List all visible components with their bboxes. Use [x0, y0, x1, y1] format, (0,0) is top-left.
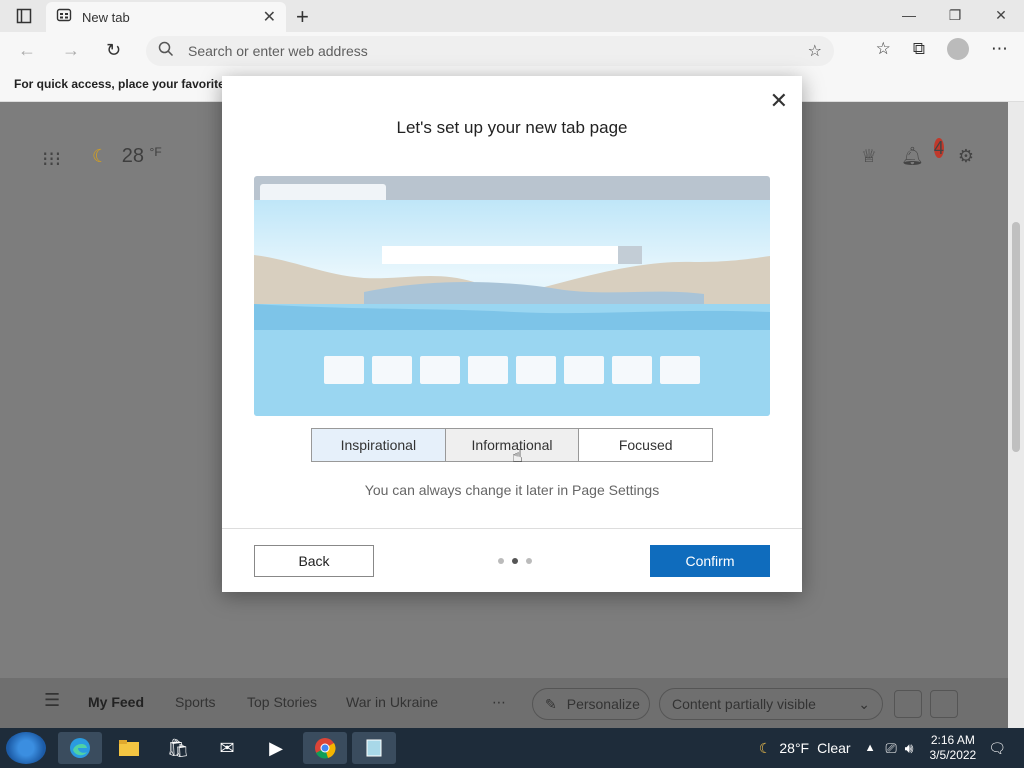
action-center-icon[interactable]: 🗨︎	[988, 740, 1006, 757]
search-icon	[158, 41, 174, 62]
address-bar[interactable]: Search or enter web address ☆	[146, 36, 834, 66]
preview-quick-link-tile	[468, 356, 508, 384]
weather-temperature: 28	[121, 145, 144, 167]
minimize-button[interactable]: —	[886, 0, 932, 30]
clock-date: 3/5/2022	[929, 748, 977, 762]
feed-bar: ☰ My Feed Sports Top Stories War in Ukra…	[0, 678, 1008, 728]
preview-tab	[260, 184, 386, 200]
navigation-bar: ← → ↻ Search or enter web address ☆ ☆ ⧉ …	[0, 32, 1024, 70]
preview-quick-link-tile	[612, 356, 652, 384]
network-icon[interactable]: ⎚	[885, 740, 896, 757]
apps-grid-icon[interactable]: ⁝⁝⁝	[42, 147, 61, 172]
preview-search-box	[382, 246, 642, 264]
preview-quick-link-tile	[372, 356, 412, 384]
step-dot-current	[512, 558, 518, 564]
scrollbar-thumb[interactable]	[1012, 222, 1020, 452]
content-visibility-dropdown[interactable]: Content partially visible ⌄	[659, 688, 883, 720]
favorites-icon[interactable]: ☆	[876, 39, 891, 59]
tray-weather-temp[interactable]: 28°F	[779, 740, 809, 756]
tab-actions-icon[interactable]	[10, 6, 38, 26]
hand-cursor-icon: ☝	[512, 446, 523, 466]
new-tab-icon	[56, 7, 72, 28]
settings-hint: You can always change it later in Page S…	[364, 482, 660, 498]
step-indicator	[498, 558, 532, 564]
forward-arrow-icon[interactable]: →	[62, 40, 80, 61]
preview-landscape	[254, 200, 770, 416]
volume-icon[interactable]: 🔊︎	[905, 740, 914, 757]
feed-tab-war-in-ukraine[interactable]: War in Ukraine	[346, 694, 438, 710]
moon-icon: ☾	[92, 146, 109, 166]
dialog-title: Let's set up your new tab page	[396, 118, 628, 137]
feed-tab-top-stories[interactable]: Top Stories	[247, 694, 317, 710]
system-tray: ☾ 28°F Clear ▲ ⎚ 🔊︎ 2:16 AM 3/5/2022 🗨︎	[759, 728, 1024, 768]
confirm-button[interactable]: Confirm	[650, 545, 770, 577]
close-icon[interactable]: ✕	[770, 88, 788, 114]
store-icon[interactable]: 🛍︎	[156, 732, 200, 764]
mail-icon[interactable]: ✉	[205, 732, 249, 764]
footer-divider	[222, 528, 802, 529]
edge-browser-icon[interactable]	[58, 732, 102, 764]
close-tab-icon[interactable]: ✕	[263, 7, 276, 27]
setup-dialog: ✕ Let's set up your new tab page Inspira…	[222, 76, 802, 592]
notifications-icon[interactable]: 🔔︎ 4	[901, 138, 944, 167]
show-hidden-icons-icon[interactable]: ▲	[865, 742, 876, 754]
personalize-label: Personalize	[566, 696, 640, 712]
add-favorite-icon[interactable]: ☆	[808, 41, 822, 61]
preview-quick-link-tile	[324, 356, 364, 384]
option-inspirational[interactable]: Inspirational	[312, 429, 446, 461]
feed-tab-sports[interactable]: Sports	[175, 694, 215, 710]
tray-weather-condition[interactable]: Clear	[817, 740, 850, 756]
content-visibility-label: Content partially visible	[672, 696, 816, 712]
feed-tab-my-feed[interactable]: My Feed	[88, 694, 144, 710]
favorites-hint-text: For quick access, place your favorites h	[14, 77, 243, 91]
chevron-down-icon: ⌄	[858, 695, 870, 712]
new-tab-button[interactable]: +	[296, 4, 309, 30]
more-options-icon[interactable]: ⋯	[991, 39, 1008, 59]
grid-view-button[interactable]	[894, 690, 922, 718]
step-dot	[526, 558, 532, 564]
tab-title: New tab	[82, 9, 130, 25]
media-player-icon[interactable]: ▶	[254, 732, 298, 764]
preview-quick-link-tile	[516, 356, 556, 384]
notepad-icon[interactable]	[352, 732, 396, 764]
tab-new-tab[interactable]: New tab ✕	[46, 2, 286, 32]
list-view-button[interactable]	[930, 690, 958, 718]
collections-icon[interactable]: ⧉	[913, 39, 925, 59]
clock-time: 2:16 AM	[930, 733, 975, 747]
preview-search-button	[618, 246, 642, 264]
start-button[interactable]	[6, 732, 46, 764]
more-feeds-icon[interactable]: ⋯	[492, 694, 506, 711]
profile-avatar[interactable]	[947, 38, 969, 60]
back-button[interactable]: Back	[254, 545, 374, 577]
settings-gear-icon[interactable]: ⚙	[958, 146, 974, 167]
refresh-icon[interactable]: ↻	[106, 40, 121, 61]
page-scrollbar[interactable]	[1008, 102, 1024, 728]
hamburger-menu-icon[interactable]: ☰	[44, 690, 60, 711]
title-bar: New tab ✕ + — ❐ ✕	[0, 0, 1024, 32]
back-arrow-icon[interactable]: ←	[18, 40, 36, 61]
chrome-icon[interactable]	[303, 732, 347, 764]
weather-unit: °F	[149, 145, 162, 159]
layout-preview-image	[254, 176, 770, 416]
personalize-button[interactable]: ✎ Personalize	[532, 688, 650, 720]
option-focused[interactable]: Focused	[579, 429, 712, 461]
notification-badge: 4	[933, 138, 944, 158]
window-close-button[interactable]: ✕	[978, 0, 1024, 30]
preview-quick-link-tile	[660, 356, 700, 384]
pencil-icon: ✎	[545, 695, 557, 712]
taskbar: 🛍︎ ✉ ▶ ☾ 28°F Clear ▲ ⎚ 🔊︎ 2:16 AM 3/5/2…	[0, 728, 1024, 768]
preview-quick-link-tile	[420, 356, 460, 384]
file-explorer-icon[interactable]	[107, 732, 151, 764]
address-input[interactable]: Search or enter web address	[188, 43, 808, 59]
clock[interactable]: 2:16 AM 3/5/2022	[930, 733, 977, 763]
moon-icon: ☾	[758, 739, 772, 756]
restore-button[interactable]: ❐	[932, 0, 978, 30]
step-dot	[498, 558, 504, 564]
preview-quick-link-tile	[564, 356, 604, 384]
weather-widget[interactable]: ☾ 28 °F	[92, 145, 162, 168]
rewards-icon[interactable]: ♕	[861, 146, 877, 167]
